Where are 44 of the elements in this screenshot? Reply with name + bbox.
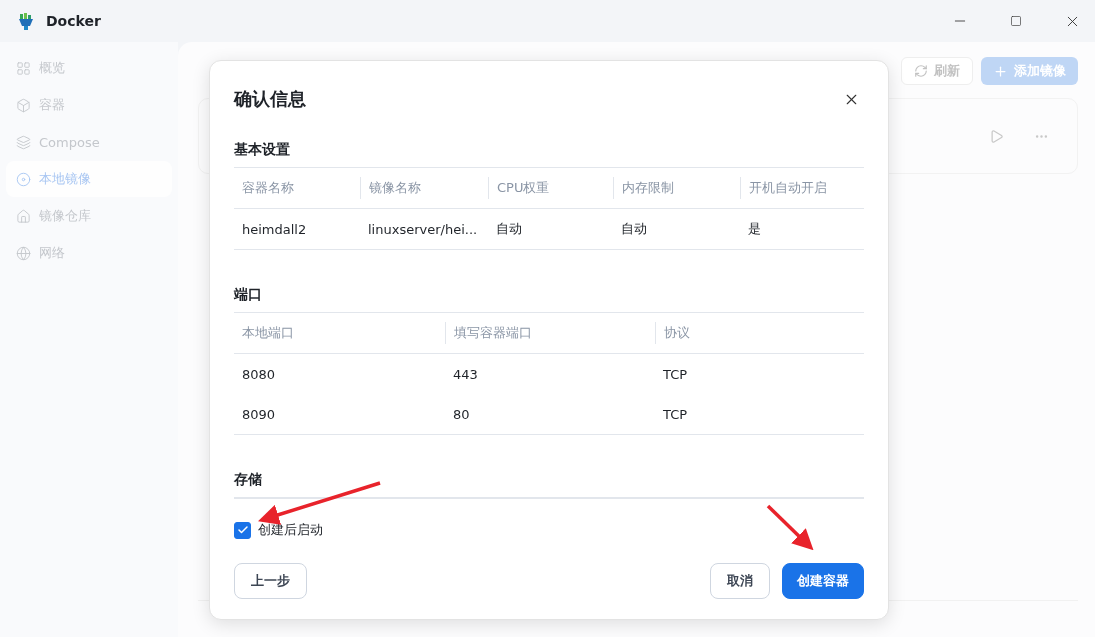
table-cell-text: linuxserver/hei... — [367, 220, 479, 239]
sidebar-item[interactable]: 本地镜像 — [6, 161, 172, 197]
house-icon — [16, 208, 31, 224]
table-cell-text: 80 — [452, 405, 471, 424]
column-header: CPU权重 — [488, 177, 550, 199]
table-cell-text: TCP — [662, 405, 689, 424]
table-cell-text: 自动 — [620, 220, 648, 238]
cube-icon — [16, 97, 31, 113]
section-title: 端口 — [234, 286, 263, 304]
grid-icon — [16, 60, 31, 76]
window-title: Docker — [46, 13, 102, 29]
column-header: 开机自动开启 — [740, 177, 827, 199]
table-cell-text: 是 — [747, 220, 762, 238]
dialog-title: 确认信息 — [234, 87, 306, 111]
checkbox-label: 创建后启动 — [258, 521, 323, 539]
column-header: 容器名称 — [241, 179, 294, 197]
column-header: 本地端口 — [241, 324, 294, 342]
table-cell-text: TCP — [662, 365, 689, 384]
table-cell-text: heimdall2 — [241, 220, 308, 239]
column-header: 内存限制 — [613, 177, 674, 199]
refresh-button[interactable]: 刷新 — [901, 57, 973, 85]
disc-icon — [16, 171, 31, 187]
create-button[interactable]: 创建容器 — [782, 563, 864, 599]
column-header: 镜像名称 — [360, 177, 421, 199]
annotation-arrow — [766, 504, 814, 551]
add-image-button[interactable]: 添加镜像 — [981, 57, 1078, 85]
section-title: 基本设置 — [234, 141, 291, 159]
back-button[interactable]: 上一步 — [234, 563, 307, 599]
cancel-button[interactable]: 取消 — [710, 563, 770, 599]
plus-icon — [993, 63, 1008, 79]
column-header: 协议 — [655, 322, 690, 344]
layers-icon — [16, 134, 31, 150]
column-header: 填写容器端口 — [445, 322, 532, 344]
check-icon — [236, 524, 249, 536]
checkbox[interactable] — [234, 521, 251, 539]
section-title: 存储 — [234, 471, 263, 489]
table-cell-text: 自动 — [495, 220, 523, 238]
app-logo-icon — [16, 11, 36, 31]
table-cell-text: 8080 — [241, 365, 277, 384]
refresh-icon — [914, 64, 928, 78]
maximize-icon[interactable] — [1010, 15, 1022, 27]
globe-icon — [16, 245, 31, 261]
table-cell-text: 8090 — [241, 405, 277, 424]
table-cell-text: 443 — [452, 365, 479, 384]
